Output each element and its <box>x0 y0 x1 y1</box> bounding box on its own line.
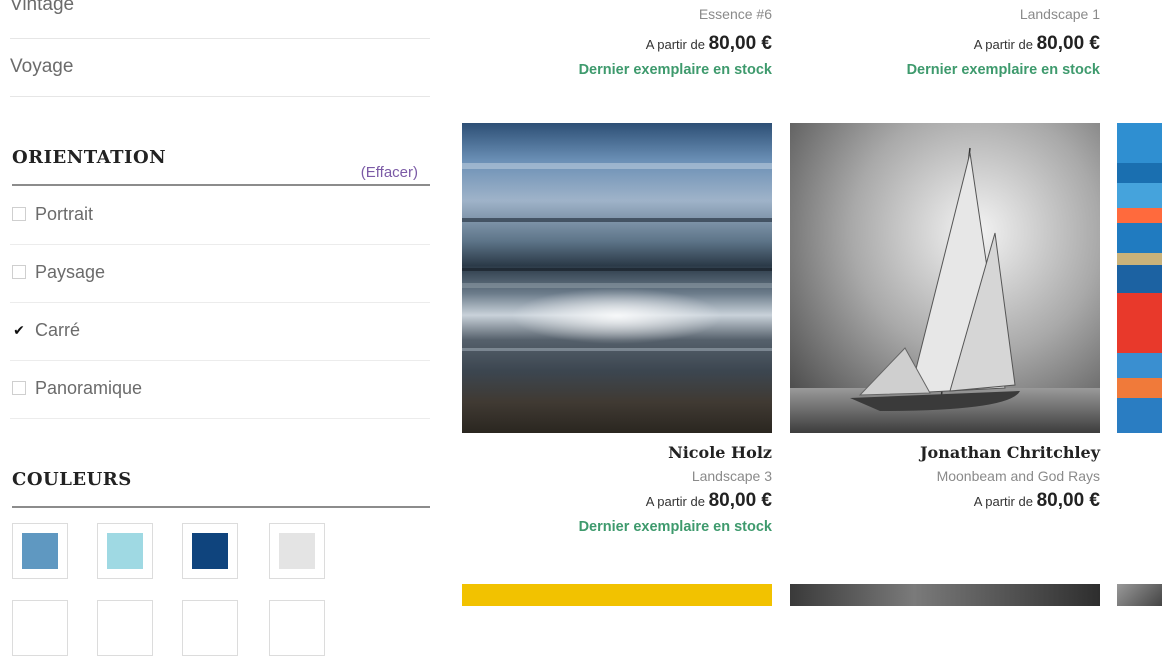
product-price: A partir de 80,00 € <box>645 490 772 511</box>
product-title[interactable]: Essence #6 <box>462 6 772 30</box>
product-info: Landscape 1 A partir de 80,00 € Dernier … <box>790 6 1100 82</box>
color-swatch[interactable] <box>12 523 68 579</box>
option-label: Portrait <box>35 204 94 224</box>
color-swatch[interactable] <box>97 600 153 656</box>
checkbox-checked-icon[interactable]: ✔ <box>12 323 26 337</box>
stock-status: Dernier exemplaire en stock <box>578 519 772 535</box>
color-swatch[interactable] <box>269 600 325 656</box>
product-title[interactable]: Landscape 3 <box>462 465 772 487</box>
artist-name[interactable]: Nicole Holz <box>462 441 772 465</box>
category-item-voyage[interactable]: Voyage <box>10 38 430 97</box>
filter-sidebar: Vintage Voyage ORIENTATION (Effacer) Por… <box>0 0 430 656</box>
color-swatch[interactable] <box>269 523 325 579</box>
color-swatch[interactable] <box>97 523 153 579</box>
option-label: Carré <box>35 320 81 340</box>
product-info: Jonathan Chritchley Moonbeam and God Ray… <box>790 441 1100 515</box>
category-label: Voyage <box>10 56 74 77</box>
colors-title: COULEURS <box>12 469 132 490</box>
orientation-option-carre[interactable]: ✔ Carré <box>10 302 430 361</box>
stock-status: Dernier exemplaire en stock <box>578 62 772 78</box>
product-image-moonbeam[interactable] <box>790 123 1100 433</box>
product-image-landscape-3[interactable] <box>462 123 772 433</box>
option-label: Paysage <box>35 262 106 282</box>
product-image-partial[interactable] <box>1117 123 1162 433</box>
checkbox[interactable] <box>12 207 26 221</box>
product-info: Essence #6 A partir de 80,00 € Dernier e… <box>462 6 772 82</box>
checkbox[interactable] <box>12 381 26 395</box>
seascape-image <box>462 123 772 433</box>
checkbox[interactable] <box>12 265 26 279</box>
category-label: Vintage <box>10 0 75 15</box>
stock-status: Dernier exemplaire en stock <box>906 62 1100 78</box>
orientation-option-panoramique[interactable]: Panoramique <box>10 360 430 419</box>
clear-orientation-link[interactable]: (Effacer) <box>361 164 418 181</box>
product-title[interactable]: Moonbeam and God Rays <box>790 465 1100 487</box>
category-item-vintage[interactable]: Vintage <box>10 0 430 39</box>
product-info: Nicole Holz Landscape 3 A partir de 80,0… <box>462 441 772 539</box>
orientation-option-paysage[interactable]: Paysage <box>10 244 430 303</box>
colors-heading: COULEURS <box>12 466 430 508</box>
product-image-partial[interactable] <box>462 584 772 606</box>
color-swatch[interactable] <box>182 600 238 656</box>
sailboat-image <box>790 123 1100 433</box>
product-image-partial[interactable] <box>790 584 1100 606</box>
product-price: A partir de 80,00 € <box>645 33 772 54</box>
option-label: Panoramique <box>35 378 143 398</box>
orientation-title: ORIENTATION <box>12 147 167 168</box>
product-price: A partir de 80,00 € <box>973 490 1100 511</box>
product-title[interactable]: Landscape 1 <box>790 6 1100 30</box>
artist-name[interactable]: Jonathan Chritchley <box>790 441 1100 465</box>
color-swatch[interactable] <box>182 523 238 579</box>
orientation-heading: ORIENTATION (Effacer) <box>12 145 430 186</box>
color-swatch[interactable] <box>12 600 68 656</box>
stripes-image <box>1117 123 1162 433</box>
orientation-option-portrait[interactable]: Portrait <box>10 186 430 245</box>
product-image-partial[interactable] <box>1117 584 1162 606</box>
product-price: A partir de 80,00 € <box>973 33 1100 54</box>
